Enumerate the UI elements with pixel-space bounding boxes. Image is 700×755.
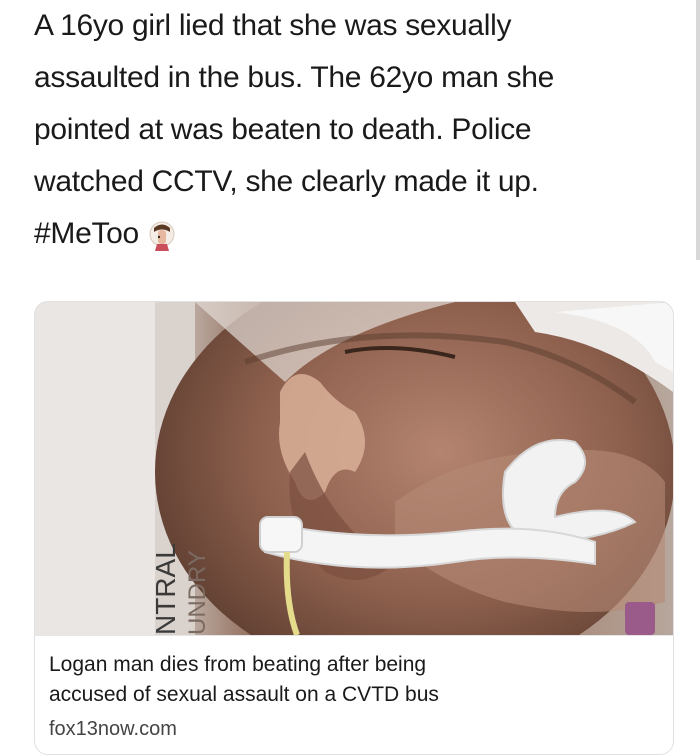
photo-text-1: NTRAL bbox=[150, 543, 181, 635]
hashtag-link[interactable]: #MeToo bbox=[34, 208, 139, 260]
article-title[interactable]: Logan man dies from beating after being … bbox=[49, 650, 649, 710]
article-domain: fox13now.com bbox=[49, 718, 177, 740]
article-title-line-2: accused of sexual assault on a CVTD bus bbox=[49, 683, 439, 706]
scrollbar[interactable] bbox=[696, 0, 700, 260]
card-footer[interactable]: Logan man dies from beating after being … bbox=[35, 635, 673, 754]
photo-text-2: UNDRY bbox=[184, 550, 211, 635]
man-facepalming-icon bbox=[145, 217, 179, 251]
tweet-line-1: A 16yo girl lied that she was sexually bbox=[34, 9, 512, 42]
hashtag-row: #MeToo bbox=[34, 208, 684, 260]
tweet-line-4: watched CCTV, she clearly made it up. bbox=[34, 165, 539, 198]
article-title-line-1: Logan man dies from beating after being bbox=[49, 653, 427, 676]
tweet-line-2: assaulted in the bus. The 62yo man she bbox=[34, 61, 555, 94]
tweet-text: A 16yo girl lied that she was sexually a… bbox=[34, 0, 684, 260]
tweet-line-3: pointed at was beaten to death. Police bbox=[34, 113, 532, 146]
article-photo: NTRAL UNDRY bbox=[35, 302, 673, 682]
link-card[interactable]: NTRAL UNDRY Logan man dies from beating … bbox=[34, 301, 674, 755]
